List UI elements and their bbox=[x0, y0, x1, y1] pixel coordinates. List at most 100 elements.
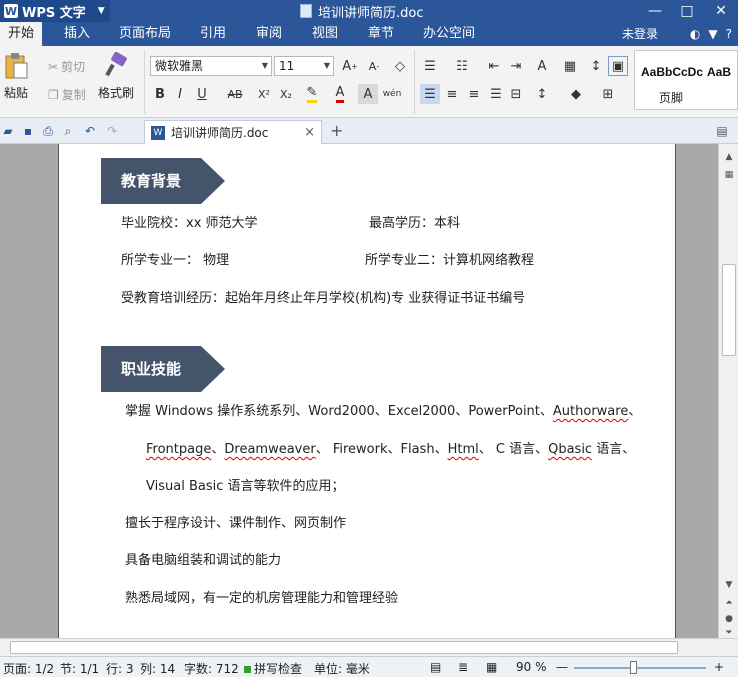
justify-icon[interactable]: ☰ bbox=[486, 84, 506, 104]
zoom-out-button[interactable]: — bbox=[556, 660, 568, 674]
sort-icon[interactable]: ↕ bbox=[586, 56, 606, 76]
tab-insert[interactable]: 插入 bbox=[56, 22, 98, 46]
add-tab-icon[interactable]: + bbox=[330, 121, 343, 140]
tab-review[interactable]: 审阅 bbox=[248, 22, 290, 46]
align-right-icon[interactable]: ≡ bbox=[464, 84, 484, 104]
unit-indicator[interactable]: 单位: 毫米 bbox=[314, 660, 370, 677]
copy-button[interactable]: ❐ 复制 bbox=[48, 86, 86, 103]
shirt-icon[interactable]: ▼ bbox=[708, 27, 717, 41]
shrink-font-button[interactable]: A- bbox=[364, 56, 384, 76]
spell-error-word: Authorware bbox=[552, 404, 629, 419]
help-icon[interactable]: ? bbox=[726, 27, 732, 41]
vertical-scrollbar[interactable]: ▲ ▦ ▼ ⏶ ● ⏷ bbox=[718, 144, 738, 638]
format-painter-label: 格式刷 bbox=[98, 86, 135, 100]
line-spacing-icon[interactable]: ↕ bbox=[532, 84, 552, 104]
zoom-slider[interactable] bbox=[574, 667, 706, 669]
undo-icon[interactable]: ↶ bbox=[82, 123, 98, 139]
font-color-icon[interactable]: A bbox=[330, 84, 350, 104]
skill-line-4: 擅长于程序设计、课件制作、网页制作 bbox=[125, 516, 347, 531]
style-sample-1[interactable]: AaBbCcDc bbox=[641, 65, 703, 79]
app-menu-button[interactable]: W WPS 文字 ▼ bbox=[0, 0, 110, 22]
zoom-slider-handle[interactable] bbox=[630, 661, 637, 674]
styles-gallery[interactable]: AaBbCcDc AaB 页脚 bbox=[634, 50, 738, 110]
tab-list-icon[interactable]: ▤ bbox=[714, 123, 730, 139]
grow-font-button[interactable]: A + bbox=[340, 56, 360, 76]
chevron-down-icon: ▼ bbox=[261, 61, 268, 70]
tab-view[interactable]: 视图 bbox=[304, 22, 346, 46]
skin-icon[interactable]: ◐ bbox=[690, 27, 700, 41]
format-painter-button[interactable]: 格式刷 bbox=[98, 52, 134, 101]
increase-indent-icon[interactable]: ⇥ bbox=[506, 56, 526, 76]
text-direction-icon[interactable]: A bbox=[532, 56, 552, 76]
close-tab-icon[interactable]: × bbox=[304, 125, 315, 140]
page-indicator[interactable]: 页面: 1/2 bbox=[3, 660, 54, 677]
phonetic-guide-icon[interactable]: wén bbox=[382, 84, 402, 104]
spell-check-label: 拼写检查 bbox=[254, 662, 303, 676]
horizontal-scrollbar[interactable] bbox=[0, 638, 738, 656]
align-left-icon[interactable]: ☰ bbox=[420, 84, 440, 104]
shading-icon[interactable]: ◆ bbox=[566, 84, 586, 104]
word-count[interactable]: 字数: 712 bbox=[184, 660, 239, 677]
strikethrough-button[interactable]: AB bbox=[222, 84, 248, 104]
borders-icon[interactable]: ⊞ bbox=[598, 84, 618, 104]
superscript-button[interactable]: X² bbox=[254, 84, 274, 104]
cut-button[interactable]: ✂ 剪切 bbox=[48, 58, 85, 75]
minimize-button[interactable]: — bbox=[640, 0, 670, 22]
align-center-icon[interactable]: ≡ bbox=[442, 84, 462, 104]
scroll-up-icon[interactable]: ▲ bbox=[722, 150, 736, 164]
tab-office-space[interactable]: 办公空间 bbox=[416, 22, 482, 46]
show-marks-icon[interactable]: ▣ bbox=[608, 56, 628, 76]
select-browse-icon[interactable]: ● bbox=[722, 612, 736, 626]
tab-home[interactable]: 开始 bbox=[0, 22, 42, 46]
tab-references[interactable]: 引用 bbox=[192, 22, 234, 46]
spell-check-toggle[interactable]: 拼写检查 bbox=[244, 660, 302, 677]
tab-chapter[interactable]: 章节 bbox=[360, 22, 402, 46]
zoom-in-button[interactable]: + bbox=[714, 660, 724, 674]
print-preview-icon[interactable]: ⌕ bbox=[60, 123, 76, 139]
distributed-icon[interactable]: ⊟ bbox=[506, 84, 526, 104]
scroll-down-icon[interactable]: ▼ bbox=[722, 578, 736, 592]
font-name-value: 微软雅黑 bbox=[155, 59, 204, 73]
decrease-indent-icon[interactable]: ⇤ bbox=[484, 56, 504, 76]
style-sample-2[interactable]: AaB bbox=[707, 65, 731, 79]
page-view-icon[interactable]: ▤ bbox=[430, 660, 441, 674]
underline-button[interactable]: U bbox=[192, 84, 212, 104]
bold-button[interactable]: B bbox=[150, 84, 170, 104]
skill-line-1: 掌握 Windows 操作系统系列、Word2000、Excel2000、Pow… bbox=[125, 400, 641, 419]
page-up-arrow-icon[interactable]: ⏶ bbox=[722, 596, 736, 610]
close-button[interactable]: ✕ bbox=[706, 0, 736, 22]
italic-button[interactable]: I bbox=[170, 84, 190, 104]
print-icon[interactable]: ⎙ bbox=[40, 123, 56, 139]
bullets-icon[interactable]: ☰ bbox=[420, 56, 440, 76]
open-folder-icon[interactable]: ▰ bbox=[0, 123, 16, 139]
clear-format-icon[interactable]: ◇ bbox=[390, 56, 410, 76]
document-page[interactable]: 教育背景 毕业院校：xx 师范大学 最高学历：本科 所学专业一： 物理 所学专业… bbox=[58, 144, 676, 638]
redo-icon[interactable]: ↷ bbox=[104, 123, 120, 139]
copy-label: 复制 bbox=[61, 88, 86, 102]
scroll-thumb[interactable] bbox=[722, 264, 736, 356]
table-icon[interactable]: ▦ bbox=[560, 56, 580, 76]
web-view-icon[interactable]: ▦ bbox=[486, 660, 497, 674]
tab-page-layout[interactable]: 页面布局 bbox=[112, 22, 178, 46]
skill-text: 、 Firework、Flash、 bbox=[315, 442, 448, 457]
horizontal-scroll-thumb[interactable] bbox=[10, 641, 678, 654]
numbering-icon[interactable]: ☷ bbox=[452, 56, 472, 76]
page-up-icon[interactable]: ▦ bbox=[722, 168, 736, 182]
save-icon[interactable]: ▪ bbox=[20, 123, 36, 139]
highlight-icon[interactable]: ✎ bbox=[302, 84, 322, 104]
maximize-button[interactable]: □ bbox=[672, 0, 702, 22]
login-link[interactable]: 未登录 bbox=[622, 22, 658, 46]
section-indicator: 节: 1/1 bbox=[60, 662, 100, 676]
outline-view-icon[interactable]: ≣ bbox=[458, 660, 468, 674]
app-name: WPS 文字 bbox=[22, 5, 86, 21]
paste-button[interactable]: 粘贴 bbox=[4, 52, 28, 101]
font-name-select[interactable]: 微软雅黑 ▼ bbox=[150, 56, 272, 76]
zoom-level[interactable]: 90 % bbox=[516, 660, 547, 674]
char-shading-icon[interactable]: A bbox=[358, 84, 378, 104]
font-size-select[interactable]: 11 ▼ bbox=[274, 56, 334, 76]
copy-icon: ❐ bbox=[48, 87, 59, 102]
subscript-button[interactable]: X₂ bbox=[276, 84, 296, 104]
document-tab[interactable]: W 培训讲师简历.doc × bbox=[144, 120, 322, 144]
skill-line-6: 熟悉局域网，有一定的机房管理能力和管理经验 bbox=[125, 591, 399, 606]
spell-error-word: Frontpage bbox=[146, 442, 212, 457]
